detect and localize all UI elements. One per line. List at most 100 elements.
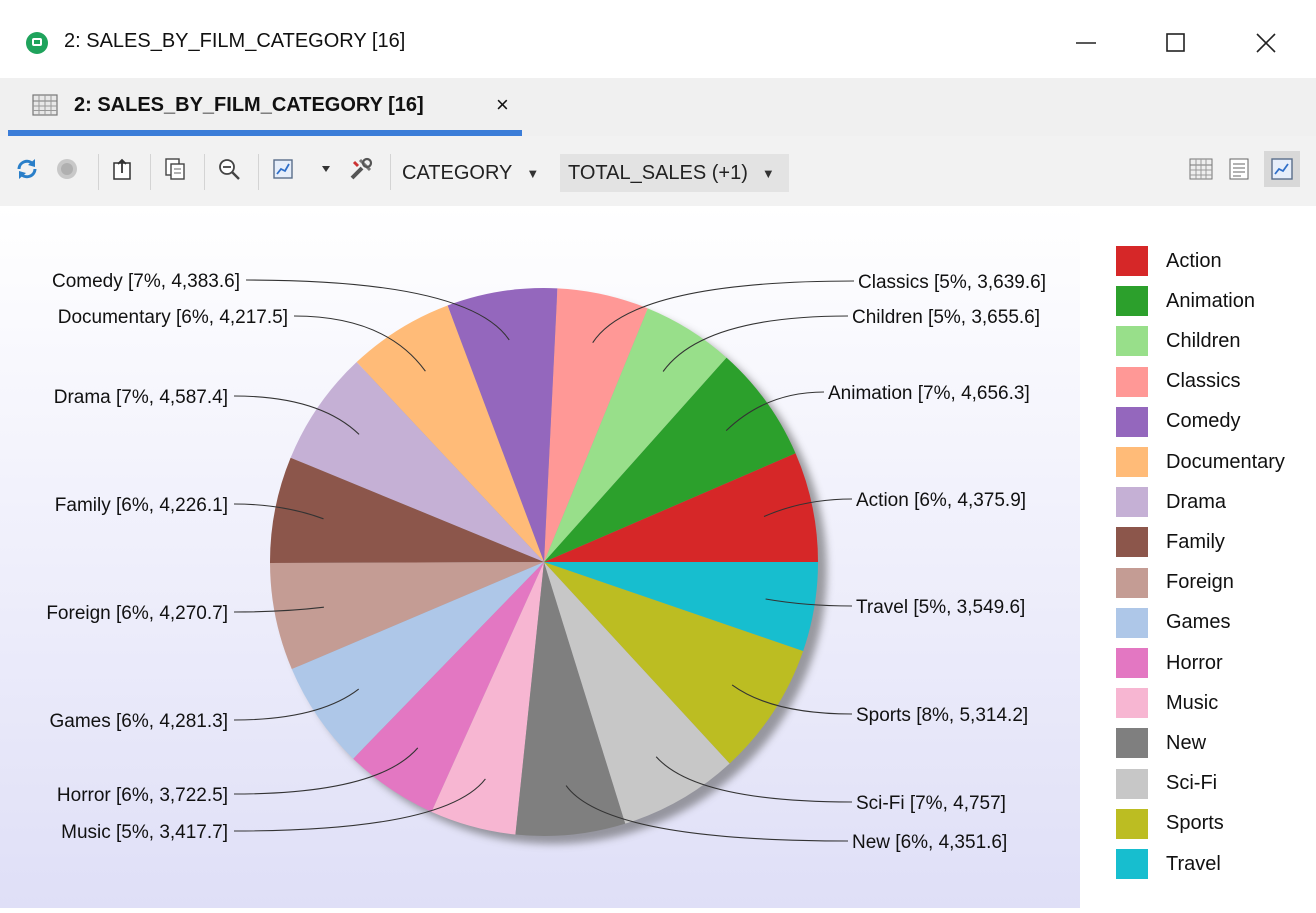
tab-bar: 2: SALES_BY_FILM_CATEGORY [16] × [0,78,1316,136]
toolbar-separator [258,154,259,190]
legend-swatch [1116,366,1148,397]
legend-item-action[interactable]: Action [1116,244,1222,278]
minimize-button[interactable] [1060,20,1112,66]
legend-item-classics[interactable]: Classics [1116,365,1240,399]
legend-item-family[interactable]: Family [1116,525,1225,559]
legend-label: Foreign [1166,571,1234,594]
legend-item-games[interactable]: Games [1116,606,1230,640]
chart-dropdown-button[interactable] [316,154,336,184]
legend-swatch [1116,688,1148,719]
slice-label-classics: Classics [5%, 3,639.6] [858,272,1046,293]
grid-view-icon [1189,158,1213,180]
legend-label: Animation [1166,289,1255,312]
chevron-down-icon: ▼ [761,165,775,181]
legend-swatch [1116,406,1148,437]
slice-label-children: Children [5%, 3,655.6] [852,307,1040,328]
legend-label: New [1166,731,1207,754]
slice-label-comedy: Comedy [7%, 4,383.6] [52,271,240,292]
legend-swatch [1116,728,1148,759]
legend-item-children[interactable]: Children [1116,324,1240,358]
legend-swatch [1116,849,1148,879]
legend-label: Music [1166,691,1219,714]
stop-icon [57,159,77,179]
chart-view-button[interactable] [1264,151,1300,187]
slice-label-horror: Horror [6%, 3,722.5] [57,785,228,806]
tab-label: 2: SALES_BY_FILM_CATEGORY [16] [74,94,424,116]
settings-button[interactable] [346,154,376,184]
slice-label-family: Family [6%, 4,226.1] [55,495,228,516]
settings-icon [350,157,373,180]
legend-label: Sports [1166,812,1224,835]
refresh-button[interactable] [12,154,42,184]
dropdown-icon [322,166,330,172]
slice-label-action: Action [6%, 4,375.9] [856,490,1026,511]
maximize-icon [1166,33,1185,52]
legend-swatch [1116,286,1148,317]
tab-sales-by-film-category[interactable]: 2: SALES_BY_FILM_CATEGORY [16] × [8,78,522,136]
legend-item-horror[interactable]: Horror [1116,646,1223,680]
legend-label: Drama [1166,490,1227,513]
text-view-button[interactable] [1224,154,1254,184]
legend-item-sci-fi[interactable]: Sci-Fi [1116,767,1217,801]
legend-label: Horror [1166,651,1223,674]
legend-label: Family [1166,530,1225,553]
stop-button[interactable] [52,154,82,184]
legend-swatch [1116,326,1148,357]
legend-label: Children [1166,329,1241,352]
legend-item-drama[interactable]: Drama [1116,485,1226,519]
category-combo[interactable]: CATEGORY ▼ [402,154,539,192]
zoom-out-icon [219,159,240,180]
legend-swatch [1116,527,1148,558]
legend-item-foreign[interactable]: Foreign [1116,566,1234,600]
grid-view-button[interactable] [1186,154,1216,184]
chart-icon [273,159,293,179]
pie-chart: Action [6%, 4,375.9] Animation [7%, 4,656… [46,271,1046,853]
legend-swatch [1116,607,1148,638]
slice-label-new: New [6%, 4,351.6] [852,832,1007,853]
legend-item-new[interactable]: New [1116,726,1206,760]
legend-item-animation[interactable]: Animation [1116,284,1255,318]
zoom-out-button[interactable] [214,154,244,184]
legend-swatch [1116,808,1148,839]
legend-item-music[interactable]: Music [1116,686,1218,720]
slice-label-music: Music [5%, 3,417.7] [61,822,228,843]
legend-item-travel[interactable]: Travel [1116,847,1221,881]
chart-button[interactable] [268,154,298,184]
legend-label: Documentary [1166,450,1285,473]
chart-legend: Action Animation Children Classics Comedy Doc… [1080,206,1316,908]
slice-label-documentary: Documentary [6%, 4,217.5] [58,307,288,328]
text-view-icon [1229,158,1249,180]
slice-label-foreign: Foreign [6%, 4,270.7] [46,603,228,624]
slice-label-games: Games [6%, 4,281.3] [50,711,229,732]
toolbar-separator [390,154,391,190]
window-title: 2: SALES_BY_FILM_CATEGORY [16] [64,30,406,52]
legend-label: Sci-Fi [1166,772,1218,795]
table-icon [32,94,58,116]
legend-label: Games [1166,611,1231,634]
legend-item-sports[interactable]: Sports [1116,807,1224,841]
legend-label: Travel [1166,852,1221,875]
export-button[interactable] [108,154,138,184]
tab-close-button[interactable]: × [496,92,509,118]
slice-label-travel: Travel [5%, 3,549.6] [856,597,1025,618]
chart-area: Action [6%, 4,375.9] Animation [7%, 4,656… [0,206,1080,908]
toolbar-separator [98,154,99,190]
legend-item-comedy[interactable]: Comedy [1116,405,1240,439]
maximize-button[interactable] [1150,20,1202,66]
app-icon [26,32,48,54]
close-window-button[interactable] [1240,20,1292,66]
toolbar-separator [204,154,205,190]
legend-swatch [1116,567,1148,598]
legend-label: Classics [1166,370,1241,393]
copy-icon [165,158,185,180]
toolbar: CATEGORY ▼ TOTAL_SALES (+1) ▼ [0,136,1316,206]
value-combo-value: TOTAL_SALES (+1) [568,161,748,184]
slice-label-sci-fi: Sci-Fi [7%, 4,757] [856,793,1006,814]
export-icon [113,158,131,180]
copy-button[interactable] [160,154,190,184]
legend-item-documentary[interactable]: Documentary [1116,445,1285,479]
legend-label: Comedy [1166,410,1241,433]
legend-label: Action [1166,249,1222,272]
chevron-down-icon: ▼ [526,165,540,181]
value-combo[interactable]: TOTAL_SALES (+1) ▼ [560,154,789,192]
